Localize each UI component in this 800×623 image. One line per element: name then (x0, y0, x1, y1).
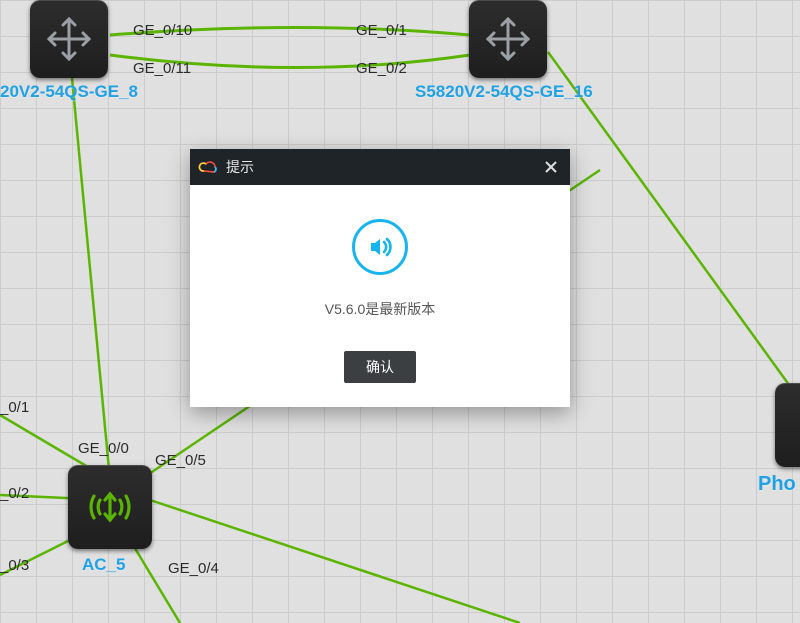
port-label: GE_0/0 (78, 440, 129, 457)
link-ac-4 (130, 540, 180, 623)
node-ac-label: AC_5 (82, 555, 125, 575)
info-sound-icon (352, 219, 408, 275)
port-label: GE_0/4 (168, 560, 219, 577)
node-switch-left-label: 20V2-54QS-GE_8 (0, 82, 138, 102)
port-label: GE_0/11 (133, 60, 191, 77)
node-switch-right-label: S5820V2-54QS-GE_16 (415, 82, 593, 102)
port-label: GE_0/2 (356, 60, 407, 77)
node-phone-label: Pho (758, 473, 796, 496)
port-label: _0/1 (0, 399, 29, 416)
link-sw-left-ac (72, 78, 110, 480)
switch-icon (480, 11, 536, 67)
close-icon (545, 161, 557, 173)
port-label: GE_0/10 (133, 22, 192, 39)
dialog-title-text: 提示 (226, 157, 254, 177)
cloud-logo-icon (198, 157, 218, 177)
link-sw-right-phone (548, 52, 800, 400)
confirm-button[interactable]: 确认 (344, 351, 416, 383)
dialog-message: V5.6.0是最新版本 (210, 299, 550, 319)
topology-canvas[interactable]: 20V2-54QS-GE_8 S5820V2-54QS-GE_16 (0, 0, 800, 623)
node-phone[interactable] (775, 383, 800, 467)
port-label: _0/2 (0, 485, 29, 502)
port-label: GE_0/1 (356, 22, 407, 39)
switch-icon (41, 11, 97, 67)
node-switch-left[interactable] (30, 0, 108, 78)
dialog-close-button[interactable] (542, 158, 560, 176)
node-switch-right[interactable] (469, 0, 547, 78)
port-label: _0/3 (0, 557, 29, 574)
port-label: GE_0/5 (155, 452, 206, 469)
dialog-body: V5.6.0是最新版本 确认 (190, 185, 570, 407)
ap-icon (79, 476, 141, 538)
node-ac[interactable] (68, 465, 152, 549)
prompt-dialog: 提示 V5.6.0是最新版本 确认 (190, 149, 570, 407)
dialog-titlebar[interactable]: 提示 (190, 149, 570, 185)
